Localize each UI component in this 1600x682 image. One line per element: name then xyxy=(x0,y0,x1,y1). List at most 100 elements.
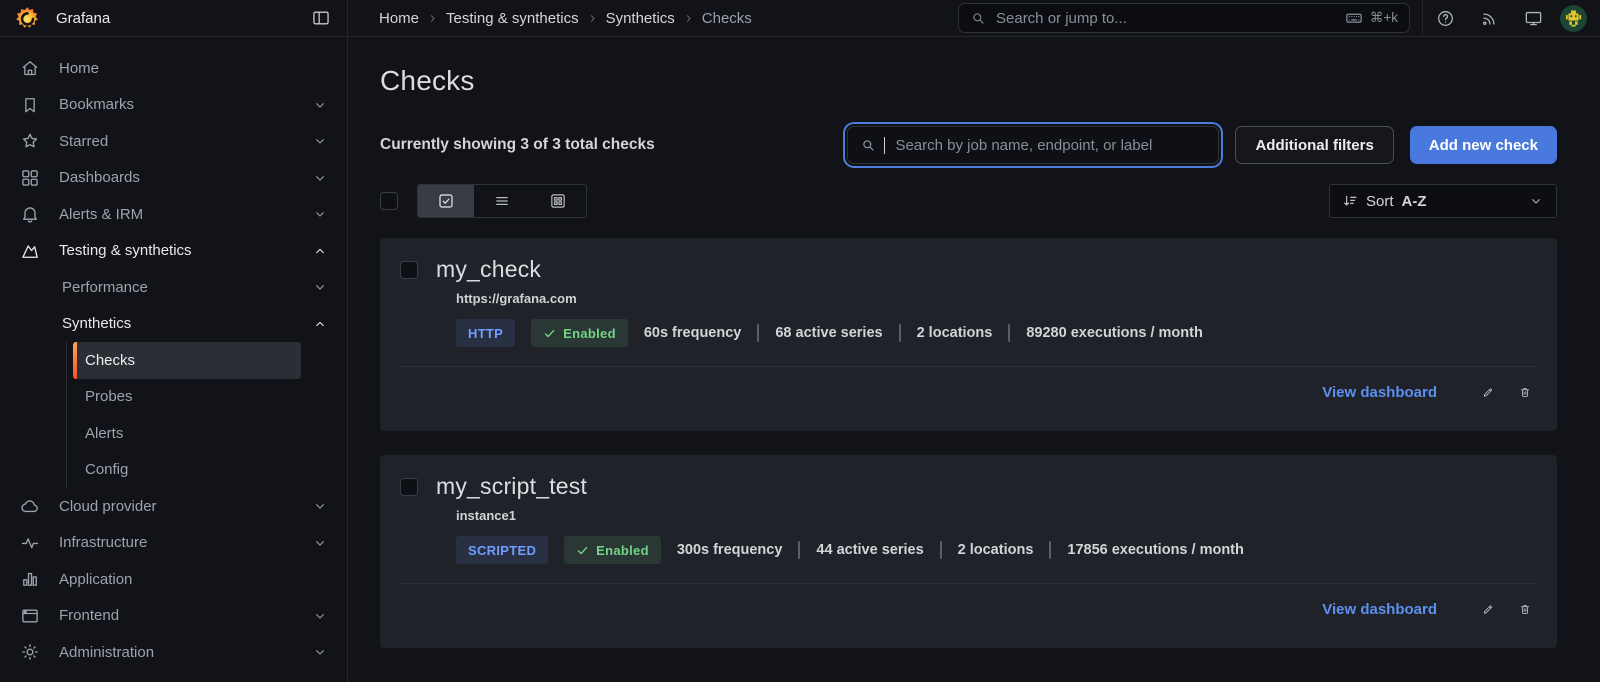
results-summary: Currently showing 3 of 3 total checks xyxy=(380,136,847,154)
edit-check-button[interactable] xyxy=(1476,380,1500,404)
help-icon xyxy=(1436,9,1455,28)
search-icon xyxy=(970,10,986,26)
sidebar-item-home[interactable]: Home xyxy=(0,50,347,87)
view-mode-toggle xyxy=(417,184,587,218)
sort-amount-icon xyxy=(1342,193,1358,209)
sort-label: Sort xyxy=(1366,193,1394,210)
sidebar-item-probes[interactable]: Probes xyxy=(73,379,347,416)
sidebar: Home Bookmarks Starred Dashboards Alerts… xyxy=(0,37,348,682)
delete-check-button[interactable] xyxy=(1513,380,1537,404)
breadcrumb-home[interactable]: Home xyxy=(379,10,419,27)
check-card: my_check https://grafana.com HTTP Enable… xyxy=(380,238,1557,431)
check-filter-input[interactable] xyxy=(893,136,1206,155)
chevron-right-icon xyxy=(682,12,695,25)
chevron-down-icon xyxy=(312,535,328,551)
sidebar-item-alerts[interactable]: Alerts xyxy=(73,415,347,452)
check-card: my_script_test instance1 SCRIPTED Enable… xyxy=(380,455,1557,648)
view-mode-list-button[interactable] xyxy=(474,185,530,217)
chevron-down-icon xyxy=(1528,193,1544,209)
sidebar-item-application[interactable]: Application xyxy=(0,561,347,598)
pulse-icon xyxy=(0,533,59,553)
check-locations: 2 locations xyxy=(958,542,1034,558)
chevron-down-icon xyxy=(312,279,328,295)
additional-filters-button[interactable]: Additional filters xyxy=(1235,126,1393,164)
global-search-input[interactable] xyxy=(994,9,1337,28)
synthetics-subtree: Checks Probes Alerts Config xyxy=(66,342,347,488)
list-icon xyxy=(493,192,511,210)
gear-icon xyxy=(0,642,59,662)
meta-separator xyxy=(1049,541,1051,559)
monitor-button[interactable] xyxy=(1511,0,1555,37)
main-content: Checks Currently showing 3 of 3 total ch… xyxy=(348,37,1600,682)
check-active-series: 44 active series xyxy=(816,542,923,558)
check-locations: 2 locations xyxy=(917,325,993,341)
breadcrumb: Home Testing & synthetics Synthetics Che… xyxy=(379,10,752,27)
checkbox-checked-icon xyxy=(437,192,455,210)
sidebar-item-dashboards[interactable]: Dashboards xyxy=(0,160,347,197)
sidebar-item-performance[interactable]: Performance xyxy=(0,269,347,306)
breadcrumb-synthetics[interactable]: Synthetics xyxy=(606,10,675,27)
sidebar-item-config[interactable]: Config xyxy=(73,452,347,489)
chevron-down-icon xyxy=(312,498,328,514)
sidebar-item-frontend[interactable]: Frontend xyxy=(0,598,347,635)
check-filter[interactable] xyxy=(847,126,1219,164)
view-dashboard-link[interactable]: View dashboard xyxy=(1322,601,1437,618)
user-avatar[interactable] xyxy=(1560,5,1587,32)
sidebar-item-cloud-provider[interactable]: Cloud provider xyxy=(0,488,347,525)
sort-value: A-Z xyxy=(1402,193,1427,210)
check-type-badge: SCRIPTED xyxy=(456,536,548,564)
pencil-icon xyxy=(1482,601,1494,618)
rss-icon xyxy=(1480,9,1499,28)
check-title: my_script_test xyxy=(436,473,587,500)
sidebar-item-starred[interactable]: Starred xyxy=(0,123,347,160)
check-title: my_check xyxy=(436,256,541,283)
view-mode-grid-button[interactable] xyxy=(530,185,586,217)
cloud-icon xyxy=(0,496,59,516)
view-dashboard-link[interactable]: View dashboard xyxy=(1322,384,1437,401)
breadcrumb-current-checks: Checks xyxy=(702,10,752,27)
sidebar-item-bookmarks[interactable]: Bookmarks xyxy=(0,87,347,124)
k6-mountain-icon xyxy=(0,241,59,261)
star-icon xyxy=(0,131,59,151)
news-button[interactable] xyxy=(1467,0,1511,37)
top-header: Grafana Home Testing & synthetics Synthe… xyxy=(0,0,1600,37)
bell-icon xyxy=(0,204,59,224)
delete-check-button[interactable] xyxy=(1513,597,1537,621)
edit-check-button[interactable] xyxy=(1476,597,1500,621)
chevron-up-icon xyxy=(312,316,328,332)
check-select-checkbox[interactable] xyxy=(400,478,418,496)
sort-dropdown[interactable]: Sort A-Z xyxy=(1329,184,1557,218)
card-divider xyxy=(400,366,1537,367)
brand-title: Grafana xyxy=(56,10,309,27)
sidebar-item-administration[interactable]: Administration xyxy=(0,634,347,671)
grafana-logo-icon[interactable] xyxy=(14,5,41,32)
sidebar-item-checks[interactable]: Checks xyxy=(73,342,301,379)
meta-separator xyxy=(1008,324,1010,342)
pencil-icon xyxy=(1482,384,1494,401)
check-select-checkbox[interactable] xyxy=(400,261,418,279)
global-search[interactable]: ⌘+k xyxy=(958,3,1410,33)
check-icon xyxy=(543,327,556,340)
bar-chart-icon xyxy=(0,569,59,589)
keyboard-icon xyxy=(1345,9,1363,27)
select-all-checkbox[interactable] xyxy=(380,192,398,210)
sidebar-item-alerts-irm[interactable]: Alerts & IRM xyxy=(0,196,347,233)
breadcrumb-testing-synthetics[interactable]: Testing & synthetics xyxy=(446,10,579,27)
grid-icon xyxy=(549,192,567,210)
apps-grid-icon xyxy=(0,168,59,188)
browser-icon xyxy=(0,606,59,626)
meta-separator xyxy=(899,324,901,342)
check-status-badge: Enabled xyxy=(531,319,628,347)
sidebar-item-infrastructure[interactable]: Infrastructure xyxy=(0,525,347,562)
check-executions: 89280 executions / month xyxy=(1026,325,1202,341)
dock-menu-icon[interactable] xyxy=(309,6,333,30)
home-icon xyxy=(0,58,59,78)
check-type-badge: HTTP xyxy=(456,319,515,347)
view-mode-checkbox-list-button[interactable] xyxy=(418,185,474,217)
search-icon xyxy=(860,137,876,153)
help-button[interactable] xyxy=(1423,0,1467,37)
sidebar-item-synthetics[interactable]: Synthetics xyxy=(0,306,347,343)
sidebar-item-testing-synthetics[interactable]: Testing & synthetics xyxy=(0,233,347,270)
trash-icon xyxy=(1519,384,1531,401)
add-new-check-button[interactable]: Add new check xyxy=(1410,126,1557,164)
